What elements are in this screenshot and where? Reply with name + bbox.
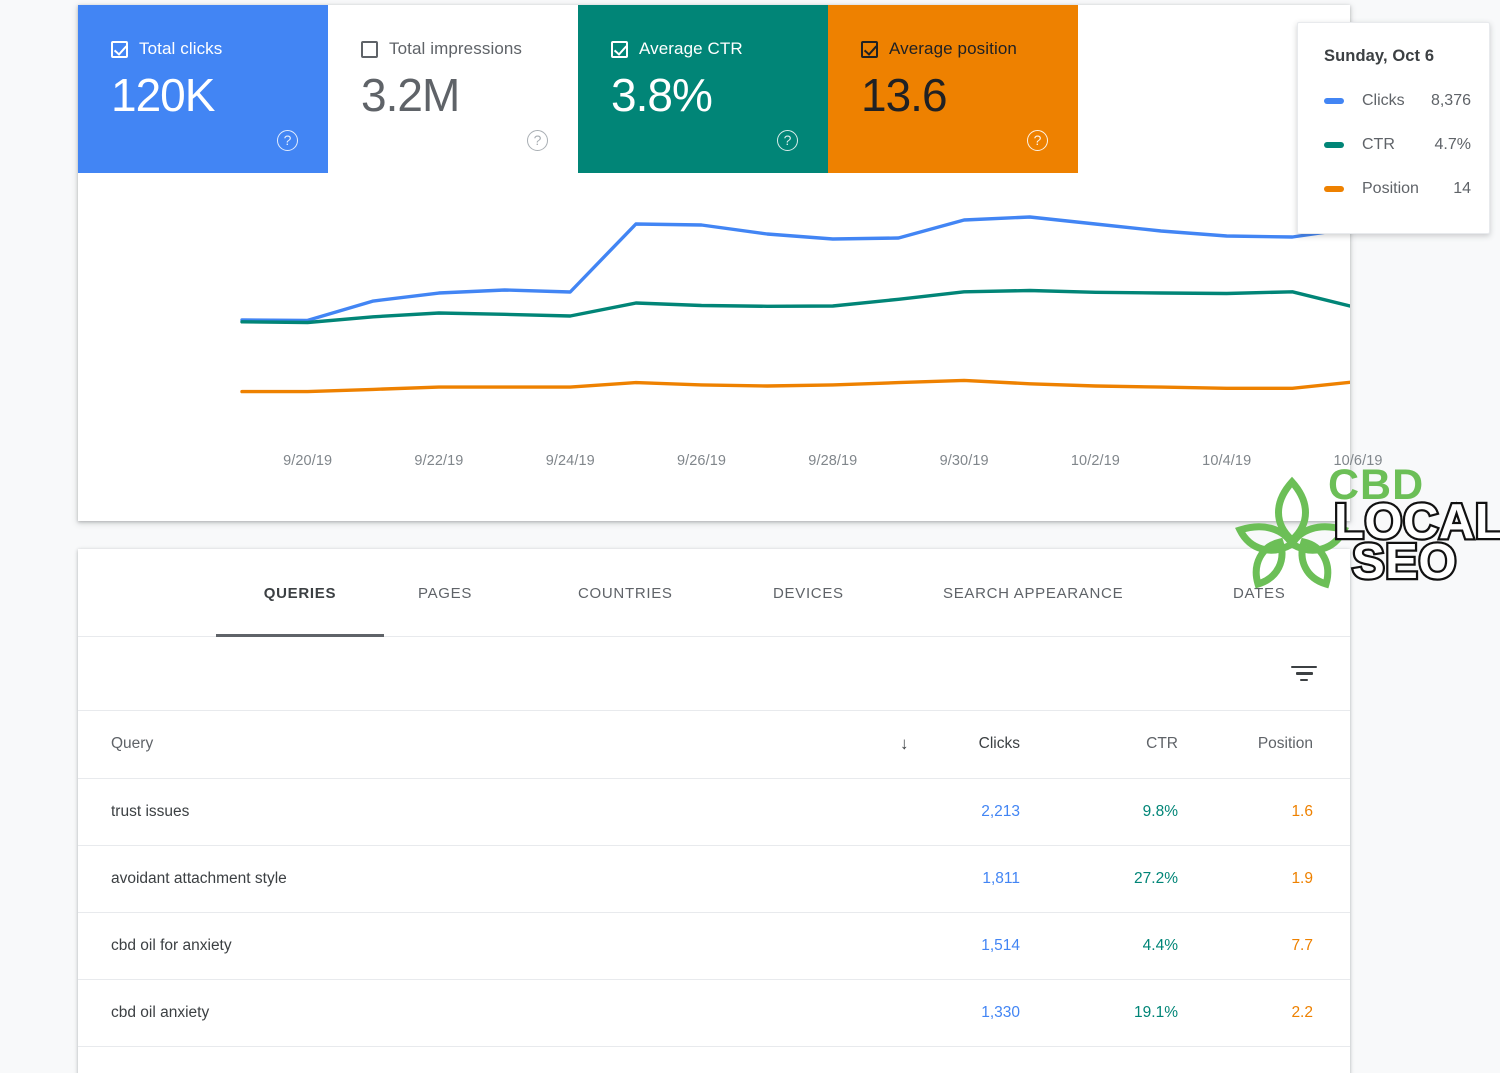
help-icon[interactable]: ? — [527, 130, 548, 151]
logo-text-local: LOCAL — [1332, 495, 1500, 549]
tooltip-series-value: 8,376 — [1430, 92, 1471, 109]
checkbox-checked-icon[interactable] — [111, 40, 128, 58]
help-icon[interactable]: ? — [277, 130, 298, 151]
tab-label: SEARCH APPEARANCE — [943, 584, 1124, 602]
help-icon[interactable]: ? — [1027, 130, 1048, 151]
metric-card-average-ctr[interactable]: Average CTR 3.8% ? — [578, 5, 828, 173]
sort-descending-icon: ↓ — [900, 734, 909, 754]
tooltip-series-value: 14 — [1453, 180, 1471, 197]
table-row[interactable]: cbd oil for anxiety 1,514 4.4% 7.7 — [78, 912, 1350, 980]
tab-dates[interactable]: DATES — [1233, 549, 1285, 637]
chart-tooltip: Sunday, Oct 6 Clicks 8,376 CTR 4.7% Position… — [1297, 22, 1490, 234]
cell-ctr: 19.1% — [1038, 979, 1198, 1047]
tooltip-row: Clicks 8,376 — [1324, 92, 1489, 110]
checkbox-unchecked-icon[interactable] — [361, 40, 378, 58]
tooltip-row: Position 14 — [1324, 180, 1489, 198]
cell-ctr: 27.2% — [1038, 845, 1198, 913]
performance-chart-panel: Total clicks 120K ? Total impressions 3.… — [78, 5, 1382, 521]
column-header-clicks-label: Clicks — [978, 735, 1020, 753]
x-axis-tick-label: 10/4/19 — [1202, 453, 1252, 469]
chart-plot-area[interactable]: 9/20/19 9/22/19 9/24/19 9/26/19 9/28/19 9/30/… — [78, 173, 1382, 521]
cell-ctr: 4.4% — [1038, 912, 1198, 980]
tooltip-series-name: Position — [1362, 180, 1419, 197]
logo-text-seo: SEO — [1350, 535, 1459, 589]
column-header-clicks[interactable]: ↓ Clicks — [848, 711, 1038, 779]
x-axis-tick-label: 9/30/19 — [939, 453, 989, 469]
metric-card-value: 13.6 — [861, 69, 948, 121]
table-header-row: Query ↓ Clicks CTR Position — [78, 711, 1350, 779]
cell-position: 1.9 — [1198, 845, 1350, 913]
dimension-table-panel: QUERIES PAGES COUNTRIES DEVICES SEARCH APPEA… — [78, 549, 1350, 1073]
metric-card-total-clicks[interactable]: Total clicks 120K ? — [78, 5, 328, 173]
series-color-swatch — [1324, 142, 1344, 148]
tab-devices[interactable]: DEVICES — [773, 549, 844, 637]
x-axis-tick-label: 10/6/19 — [1333, 453, 1383, 469]
series-color-swatch — [1324, 186, 1344, 192]
filter-icon[interactable] — [1290, 664, 1318, 684]
checkbox-checked-icon[interactable] — [861, 40, 878, 58]
metric-card-header: Total clicks — [111, 39, 328, 59]
metric-card-average-position[interactable]: Average position 13.6 ? — [828, 5, 1078, 173]
tab-label: QUERIES — [263, 584, 337, 602]
tab-label: PAGES — [418, 584, 473, 602]
queries-table: Query ↓ Clicks CTR Position trust issues… — [78, 711, 1350, 1047]
metric-card-value: 120K — [111, 69, 215, 121]
cell-clicks: 1,330 — [848, 979, 1038, 1047]
column-header-position[interactable]: Position — [1198, 711, 1350, 779]
tab-search-appearance[interactable]: SEARCH APPEARANCE — [943, 549, 1123, 637]
cell-position: 7.7 — [1198, 912, 1350, 980]
metric-card-value: 3.8% — [611, 69, 713, 121]
x-axis-tick-label: 9/26/19 — [676, 453, 727, 469]
x-axis-tick-label: 9/28/19 — [808, 453, 858, 469]
chart-x-axis: 9/20/19 9/22/19 9/24/19 9/26/19 9/28/19 9/30/… — [78, 453, 1382, 493]
tab-countries[interactable]: COUNTRIES — [578, 549, 673, 637]
table-row[interactable]: cbd oil anxiety 1,330 19.1% 2.2 — [78, 979, 1350, 1047]
tooltip-row: CTR 4.7% — [1324, 136, 1489, 154]
x-axis-tick-label: 9/20/19 — [283, 453, 333, 469]
tooltip-series-value: 4.7% — [1434, 136, 1471, 153]
metric-cards-row: Total clicks 120K ? Total impressions 3.… — [78, 5, 1081, 173]
cell-query[interactable]: trust issues — [78, 778, 848, 846]
cell-ctr: 9.8% — [1038, 778, 1198, 846]
x-axis-tick-label: 9/24/19 — [545, 453, 595, 469]
metric-card-value: 3.2M — [361, 69, 460, 121]
tab-label: DATES — [1233, 584, 1286, 602]
checkbox-checked-icon[interactable] — [611, 40, 628, 58]
tooltip-rows: Clicks 8,376 CTR 4.7% Position 14 — [1324, 92, 1489, 198]
x-axis-tick-label: 9/22/19 — [414, 453, 464, 469]
cell-query[interactable]: cbd oil anxiety — [78, 979, 848, 1047]
metric-card-header: Total impressions — [361, 39, 578, 59]
metric-card-header: Average CTR — [611, 39, 828, 59]
cell-query[interactable]: avoidant attachment style — [78, 845, 848, 913]
tooltip-date: Sunday, Oct 6 — [1324, 47, 1435, 65]
metric-card-label: Average CTR — [639, 39, 743, 58]
tab-label: DEVICES — [773, 584, 844, 602]
tab-queries[interactable]: QUERIES — [216, 549, 384, 637]
metric-card-total-impressions[interactable]: Total impressions 3.2M ? — [328, 5, 578, 173]
table-row[interactable]: avoidant attachment style 1,811 27.2% 1.9 — [78, 845, 1350, 913]
metric-card-label: Total clicks — [139, 39, 223, 58]
metric-card-label: Average position — [889, 39, 1017, 58]
metric-card-label: Total impressions — [389, 39, 523, 58]
cell-position: 1.6 — [1198, 778, 1350, 846]
metric-card-header: Average position — [861, 39, 1078, 59]
tooltip-series-name: CTR — [1362, 136, 1395, 153]
cell-query[interactable]: cbd oil for anxiety — [78, 912, 848, 980]
cell-clicks: 2,213 — [848, 778, 1038, 846]
cell-clicks: 1,514 — [848, 912, 1038, 980]
series-color-swatch — [1324, 98, 1344, 104]
table-row[interactable]: trust issues 2,213 9.8% 1.6 — [78, 778, 1350, 846]
column-header-ctr[interactable]: CTR — [1038, 711, 1198, 779]
table-body: trust issues 2,213 9.8% 1.6 avoidant attachm… — [78, 778, 1350, 1047]
tab-label: COUNTRIES — [578, 584, 673, 602]
tab-pages[interactable]: PAGES — [418, 549, 472, 637]
dimension-tabs: QUERIES PAGES COUNTRIES DEVICES SEARCH APPEA… — [78, 549, 1350, 637]
x-axis-tick-label: 10/2/19 — [1070, 453, 1120, 469]
tooltip-series-name: Clicks — [1362, 92, 1405, 109]
cell-clicks: 1,811 — [848, 845, 1038, 913]
help-icon[interactable]: ? — [777, 130, 798, 151]
table-filter-bar — [78, 637, 1350, 711]
column-header-query[interactable]: Query — [78, 711, 848, 779]
cell-position: 2.2 — [1198, 979, 1350, 1047]
